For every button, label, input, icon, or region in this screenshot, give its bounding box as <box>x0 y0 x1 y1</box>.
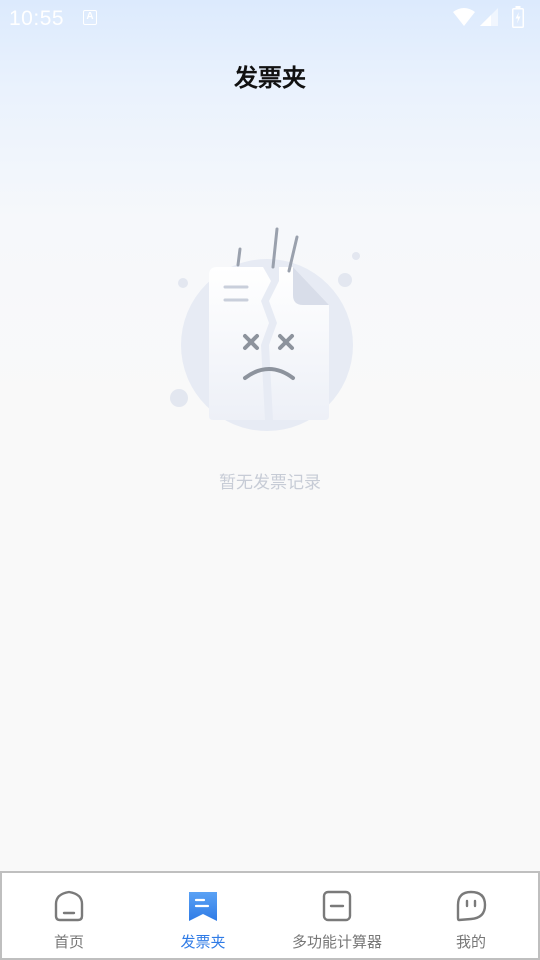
signal-icon <box>480 8 498 26</box>
calculator-icon <box>322 890 352 922</box>
nav-item-invoice-folder[interactable]: 发票夹 <box>136 873 270 958</box>
status-bar: 10:55 A <box>0 0 540 36</box>
status-time: 10:55 <box>9 7 65 30</box>
nav-label-invoice-folder: 发票夹 <box>180 933 226 951</box>
empty-state-message: 暂无发票记录 <box>219 473 321 493</box>
nav-item-profile[interactable]: 我的 <box>404 873 538 958</box>
bottom-nav: 首页 发票夹 多功能计算器 我的 <box>0 871 540 960</box>
nav-item-home[interactable]: 首页 <box>2 873 136 958</box>
page-title: 发票夹 <box>234 64 306 92</box>
nav-label-home: 首页 <box>53 933 84 951</box>
nav-label-profile: 我的 <box>455 933 486 951</box>
wifi-icon <box>453 8 475 26</box>
invoice-folder-icon <box>189 892 217 921</box>
home-icon <box>54 890 84 922</box>
nav-label-calculator: 多功能计算器 <box>291 933 382 951</box>
sad-broken-document-icon <box>170 227 360 431</box>
battery-icon <box>512 6 524 28</box>
profile-face-icon <box>456 890 487 922</box>
notification-icon: A <box>83 10 97 25</box>
nav-item-calculator[interactable]: 多功能计算器 <box>270 873 404 958</box>
